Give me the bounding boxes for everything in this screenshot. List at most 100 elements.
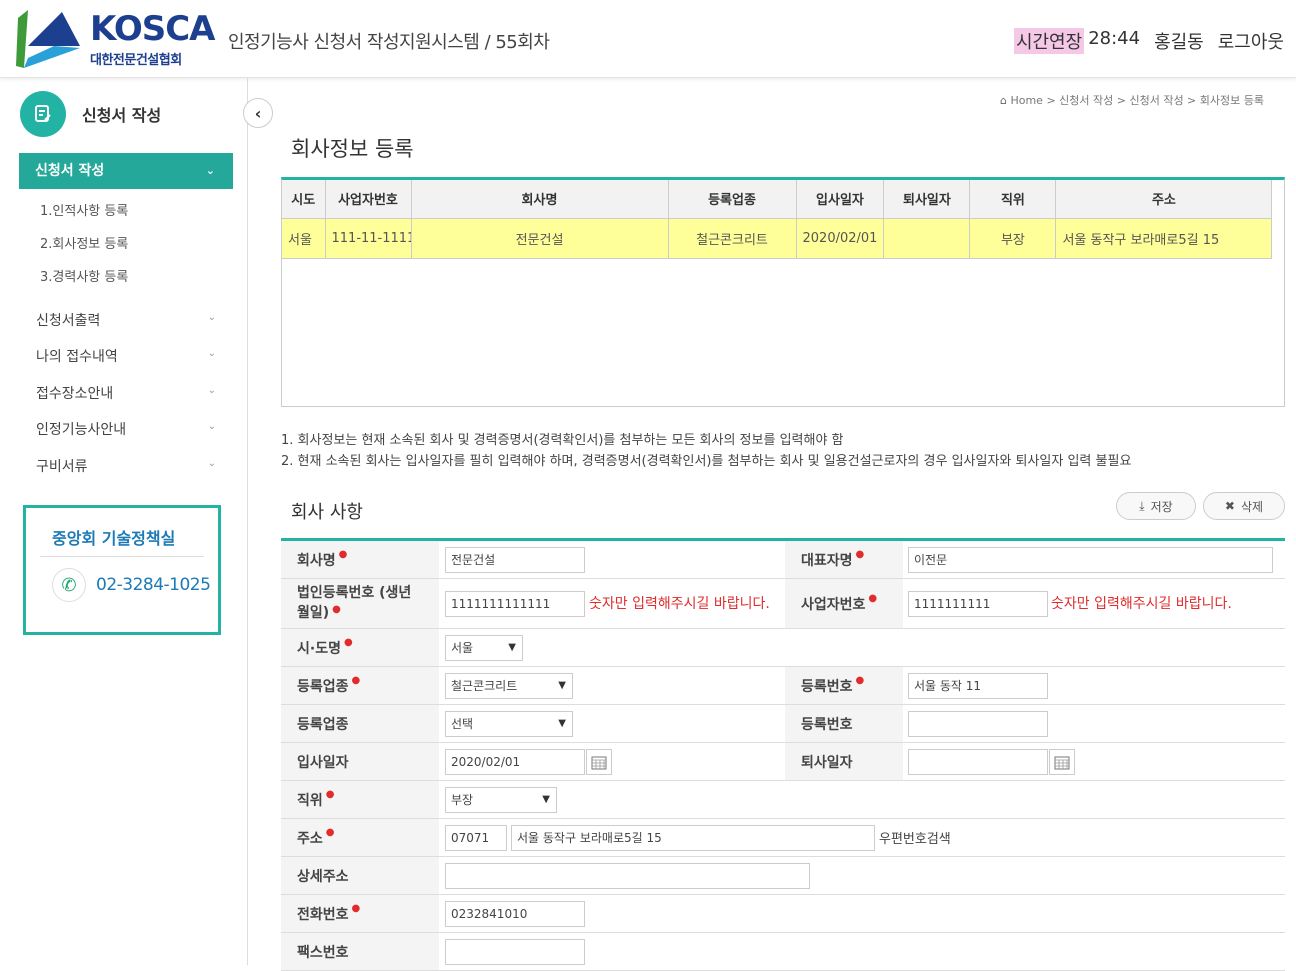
col-biz-no: 사업자번호 — [325, 180, 412, 219]
sidebar-collapse-button[interactable]: ‹ — [243, 98, 273, 128]
detail-address-label-text: 상세주소 — [297, 868, 349, 885]
position-select[interactable]: 부장 ▼ — [445, 787, 557, 813]
user-name: 홍길동 — [1154, 32, 1204, 53]
save-label: 저장 — [1150, 499, 1173, 514]
position-label: 직위 ● — [281, 781, 439, 818]
chevron-down-icon: ⌄ — [207, 421, 216, 432]
menu-my-receipts[interactable]: 나의 접수내역 ⌄ — [36, 346, 216, 366]
chevron-down-icon: ▼ — [508, 642, 516, 653]
required-mark: ● — [325, 789, 335, 800]
form-row-detail-address: 상세주소 — [281, 857, 1285, 895]
chevron-down-icon: ⌄ — [207, 348, 216, 359]
position-label-text: 직위 — [297, 792, 323, 809]
category1-select-value: 철근콘크리트 — [451, 679, 518, 693]
form-row-sido: 시·도명 ● 서울 ▼ — [281, 629, 1285, 667]
col-position: 직위 — [969, 180, 1057, 219]
fax-label: 팩스번호 — [281, 933, 439, 970]
extend-time-button[interactable]: 시간연장 — [1013, 28, 1085, 54]
address-label: 주소 ● — [281, 819, 439, 856]
corp-no-label: 법인등록번호 (생년 월일) ● — [281, 579, 439, 628]
phone-icon: ✆ — [52, 568, 86, 602]
cell-position: 부장 — [969, 218, 1057, 259]
col-leave-date: 퇴사일자 — [883, 180, 971, 219]
category2-select[interactable]: 선택 ▼ — [445, 711, 573, 737]
cell-join-date: 2020/02/01 — [796, 218, 885, 259]
ceo-label: 대표자명 ● — [785, 541, 903, 578]
sido-label: 시·도명 ● — [281, 629, 439, 666]
menu-apply-write-label: 신청서 작성 — [35, 163, 105, 179]
leave-date-input[interactable] — [908, 749, 1048, 775]
fax-label-text: 팩스번호 — [297, 944, 349, 961]
submenu-personal-info[interactable]: 1.인적사항 등록 — [40, 200, 128, 219]
edit-document-icon — [20, 91, 66, 137]
session-timer: 시간연장 28:44 — [1013, 28, 1141, 54]
address-label-text: 주소 — [297, 830, 323, 847]
required-mark: ● — [325, 827, 335, 838]
submenu-company-info[interactable]: 2.회사정보 등록 — [40, 233, 128, 252]
cell-company: 전문건설 — [411, 218, 669, 259]
regno2-label-text: 등록번호 — [801, 716, 853, 733]
menu-my-receipts-label: 나의 접수내역 — [36, 349, 118, 365]
form-row-position: 직위 ● 부장 ▼ — [281, 781, 1285, 819]
logo-subtext: 대한전문건설협회 — [90, 53, 182, 68]
leave-date-label-text: 퇴사일자 — [801, 754, 853, 771]
logo-text: KOSCA — [90, 9, 215, 49]
biz-no-input[interactable]: 1111111111 — [908, 591, 1048, 617]
regno2-label: 등록번호 — [785, 705, 903, 742]
menu-apply-write[interactable]: 신청서 작성 ⌄ — [19, 153, 233, 189]
calendar-icon[interactable] — [1049, 749, 1075, 775]
fax-input[interactable] — [445, 939, 585, 965]
system-title: 인정기능사 신청서 작성지원시스템 / 55회차 — [228, 32, 550, 53]
col-company: 회사명 — [411, 180, 669, 219]
sidebar-header: 신청서 작성 — [20, 91, 161, 137]
zipcode-input[interactable]: 07071 — [445, 825, 507, 851]
table-header-row: 시도 사업자번호 회사명 등록업종 입사일자 퇴사일자 직위 주소 — [282, 180, 1273, 219]
menu-technician-guide[interactable]: 인정기능사안내 ⌄ — [36, 419, 216, 439]
col-category: 등록업종 — [668, 180, 797, 219]
form-row-address: 주소 ● 07071 서울 동작구 보라매로5길 15 우편번호검색 — [281, 819, 1285, 857]
sido-select[interactable]: 서울 ▼ — [445, 635, 523, 661]
join-date-label: 입사일자 — [281, 743, 439, 780]
regno1-label-text: 등록번호 — [801, 678, 853, 695]
header-user-area: 시간연장 28:44 홍길동 로그아웃 — [1013, 28, 1284, 54]
required-mark: ● — [332, 603, 341, 615]
company-name-input[interactable]: 전문건설 — [445, 547, 585, 573]
phone-label: 전화번호 ● — [281, 895, 439, 932]
menu-location-guide[interactable]: 접수장소안내 ⌄ — [36, 383, 216, 403]
join-date-input[interactable]: 2020/02/01 — [445, 749, 585, 775]
category2-label: 등록업종 — [281, 705, 439, 742]
contact-phone-number: 02-3284-1025 — [96, 575, 211, 595]
form-row-category1: 등록업종 ● 철근콘크리트 ▼ 등록번호 ● 서울 동작 11 — [281, 667, 1285, 705]
detail-address-input[interactable] — [445, 863, 810, 889]
menu-print[interactable]: 신청서출력 ⌄ — [36, 310, 216, 330]
submenu-career-info[interactable]: 3.경력사항 등록 — [40, 266, 128, 285]
top-header: KOSCA 대한전문건설협회 인정기능사 신청서 작성지원시스템 / 55회차 … — [0, 0, 1296, 78]
menu-documents[interactable]: 구비서류 ⌄ — [36, 456, 216, 476]
ceo-input[interactable]: 이전문 — [908, 547, 1273, 573]
section-title: 회사 사항 — [291, 502, 363, 523]
breadcrumb: ⌂ Home > 신청서 작성 > 신청서 작성 > 회사정보 등록 — [1000, 92, 1264, 108]
regno1-label: 등록번호 ● — [785, 667, 903, 704]
phone-input[interactable]: 0232841010 — [445, 901, 585, 927]
zip-search-link[interactable]: 우편번호검색 — [879, 828, 951, 847]
logout-button[interactable]: 로그아웃 — [1218, 28, 1284, 54]
address-input[interactable]: 서울 동작구 보라매로5길 15 — [511, 825, 875, 851]
divider — [40, 556, 204, 557]
biz-no-label-text: 사업자번호 — [801, 596, 866, 613]
regno2-input[interactable] — [908, 711, 1048, 737]
table-row[interactable]: 서울 111-11-11111 전문건설 철근콘크리트 2020/02/01 부… — [282, 218, 1273, 259]
position-select-value: 부장 — [451, 793, 474, 807]
cell-biz-no: 111-11-11111 — [325, 218, 412, 259]
cell-category: 철근콘크리트 — [668, 218, 797, 259]
category1-select[interactable]: 철근콘크리트 ▼ — [445, 673, 573, 699]
delete-button[interactable]: ✖ 삭제 — [1203, 492, 1285, 520]
kosca-logo[interactable]: KOSCA 대한전문건설협회 — [14, 6, 215, 72]
timer-value: 28:44 — [1088, 28, 1141, 49]
calendar-icon[interactable] — [586, 749, 612, 775]
save-button[interactable]: ⤓ 저장 — [1116, 492, 1196, 520]
corp-no-input[interactable]: 1111111111111 — [445, 591, 585, 617]
required-mark: ● — [338, 549, 348, 560]
regno1-input[interactable]: 서울 동작 11 — [908, 673, 1048, 699]
col-sido: 시도 — [282, 180, 326, 219]
save-icon: ⤓ — [1139, 498, 1145, 513]
